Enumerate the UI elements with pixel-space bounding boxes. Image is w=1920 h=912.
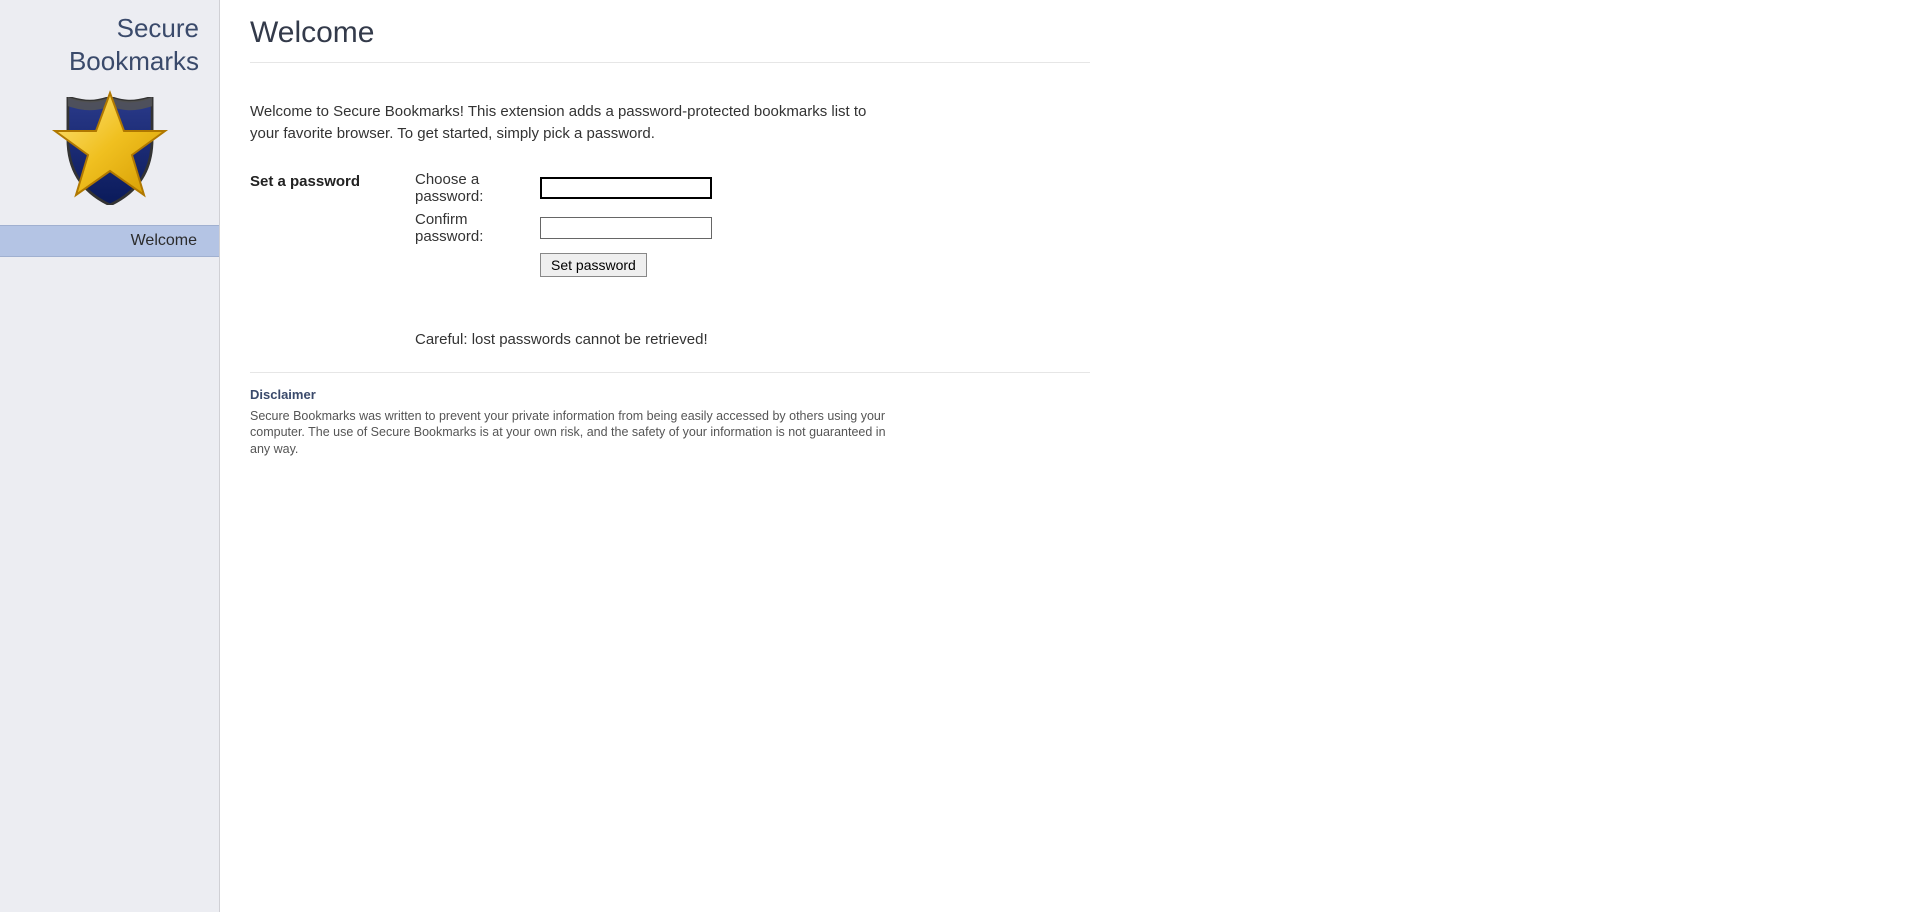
disclaimer-text: Secure Bookmarks was written to prevent …: [250, 408, 890, 459]
main-content: Welcome Welcome to Secure Bookmarks! Thi…: [220, 0, 1120, 912]
intro-text: Welcome to Secure Bookmarks! This extens…: [250, 63, 870, 171]
password-warning: Careful: lost passwords cannot be retrie…: [250, 303, 1090, 348]
app-title: Secure Bookmarks: [0, 0, 219, 77]
logo-container: [0, 77, 219, 225]
sidebar-item-welcome[interactable]: Welcome: [0, 225, 219, 257]
confirm-password-input[interactable]: [540, 217, 712, 239]
star-icon: [50, 87, 170, 207]
disclaimer-section: Disclaimer Secure Bookmarks was written …: [250, 373, 1090, 459]
form-section-label: Set a password: [250, 171, 415, 283]
choose-password-input[interactable]: [540, 177, 712, 199]
sidebar: Secure Bookmarks: [0, 0, 220, 912]
password-form: Set a password Choose a password: Confir…: [250, 171, 1090, 303]
disclaimer-heading: Disclaimer: [250, 387, 1090, 408]
shield-star-icon: [50, 87, 170, 207]
set-password-button[interactable]: Set password: [540, 253, 647, 277]
page-title: Welcome: [250, 16, 1090, 63]
confirm-password-label: Confirm password:: [415, 211, 540, 245]
choose-password-label: Choose a password:: [415, 171, 540, 205]
